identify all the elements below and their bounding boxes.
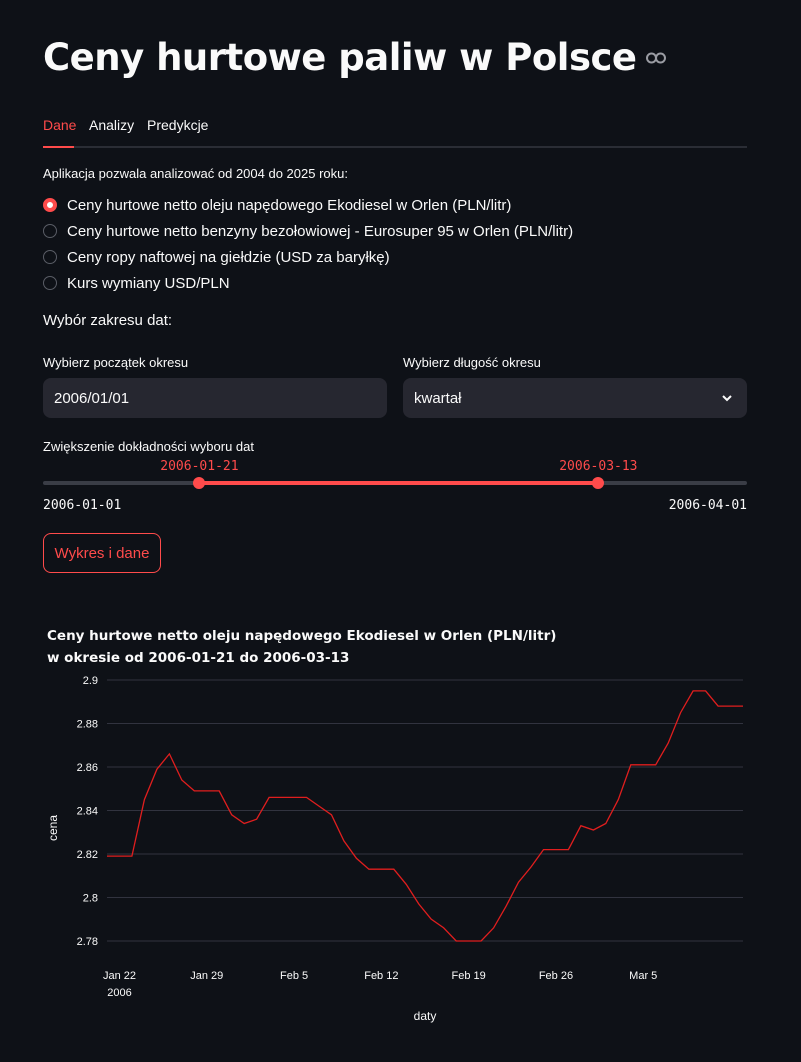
y-tick-label: 2.84 xyxy=(77,805,98,817)
y-tick-label: 2.88 xyxy=(77,718,98,730)
radio-option-oil[interactable]: Ceny ropy naftowej na giełdzie (USD za b… xyxy=(43,244,573,270)
chart-plot-area: 2.78 2.8 2.82 2.84 2.86 2.88 2.9 Jan 22 2006 Jan… xyxy=(46,675,743,1023)
radio-option-diesel[interactable]: Ceny hurtowe netto oleju napędowego Ekod… xyxy=(43,192,573,218)
x-axis-label: daty xyxy=(414,1009,437,1023)
radio-label: Ceny hurtowe netto benzyny bezołowiowej … xyxy=(67,222,574,240)
period-length-select[interactable]: kwartał xyxy=(403,378,747,418)
x-tick-label: Jan 22 xyxy=(103,970,136,982)
slider-min-value: 2006-01-01 xyxy=(43,498,122,513)
dataset-radio-group: Ceny hurtowe netto oleju napędowego Ekod… xyxy=(43,192,573,296)
chevron-down-icon xyxy=(721,391,733,408)
slider-low-value: 2006-01-21 xyxy=(160,459,239,474)
y-tick-label: 2.9 xyxy=(83,675,98,687)
radio-checked-icon[interactable] xyxy=(43,198,57,212)
y-tick-label: 2.8 xyxy=(83,892,98,904)
x-tick-sublabel: 2006 xyxy=(107,987,131,999)
start-date-label: Wybierz początek okresu xyxy=(43,355,189,370)
y-tick-label: 2.78 xyxy=(77,936,98,948)
line-chart: Ceny hurtowe netto oleju napędowego Ekod… xyxy=(0,620,801,1057)
period-length-value: kwartał xyxy=(414,389,462,407)
chart-title-line1: Ceny hurtowe netto oleju napędowego Ekod… xyxy=(47,628,557,644)
radio-label: Kurs wymiany USD/PLN xyxy=(67,274,230,292)
series-line xyxy=(107,690,743,942)
slider-thumb-end[interactable] xyxy=(592,477,605,489)
y-axis-label: cena xyxy=(46,815,60,841)
chart-title: Ceny hurtowe netto oleju napędowego Ekod… xyxy=(47,625,556,669)
tab-dane[interactable]: Dane xyxy=(43,117,76,133)
start-date-input[interactable]: 2006/01/01 xyxy=(43,378,387,418)
x-tick-label: Jan 29 xyxy=(190,970,223,982)
slider-high-value: 2006-03-13 xyxy=(559,459,638,474)
tab-bar: Dane Analizy Predykcje xyxy=(43,110,747,148)
page-title-text: Ceny hurtowe paliw w Polsce xyxy=(43,36,637,79)
x-tick-label: Feb 19 xyxy=(452,970,486,982)
active-tab-indicator xyxy=(43,146,74,148)
x-tick-label: Feb 5 xyxy=(280,970,308,982)
slider-selected-range xyxy=(199,481,599,485)
start-date-value: 2006/01/01 xyxy=(54,389,130,407)
y-tick-label: 2.86 xyxy=(77,762,98,774)
radio-unchecked-icon[interactable] xyxy=(43,224,57,238)
tab-predykcje[interactable]: Predykcje xyxy=(147,117,208,133)
page-title: Ceny hurtowe paliw w Polsce xyxy=(43,36,666,79)
period-length-label: Wybierz długość okresu xyxy=(403,355,541,370)
link-icon[interactable] xyxy=(645,52,666,64)
y-tick-label: 2.82 xyxy=(77,849,98,861)
radio-label: Ceny hurtowe netto oleju napędowego Ekod… xyxy=(67,196,512,214)
radio-option-petrol[interactable]: Ceny hurtowe netto benzyny bezołowiowej … xyxy=(43,218,573,244)
radio-label: Ceny ropy naftowej na giełdzie (USD za b… xyxy=(67,248,390,266)
slider-max-value: 2006-04-01 xyxy=(668,498,747,513)
x-tick-label: Feb 12 xyxy=(364,970,398,982)
chart-title-line2: w okresie od 2006-01-21 do 2006-03-13 xyxy=(47,650,350,666)
slider-thumb-start[interactable] xyxy=(193,477,206,489)
chart-and-data-button[interactable]: Wykres i dane xyxy=(43,533,161,573)
slider-label: Zwiększenie dokładności wyboru dat xyxy=(43,439,254,454)
x-tick-label: Mar 5 xyxy=(629,970,657,982)
radio-option-usdpln[interactable]: Kurs wymiany USD/PLN xyxy=(43,270,573,296)
tab-analizy[interactable]: Analizy xyxy=(89,117,134,133)
x-tick-label: Feb 26 xyxy=(539,970,573,982)
intro-text: Aplikacja pozwala analizować od 2004 do … xyxy=(43,166,348,181)
radio-unchecked-icon[interactable] xyxy=(43,276,57,290)
radio-unchecked-icon[interactable] xyxy=(43,250,57,264)
date-range-heading: Wybór zakresu dat: xyxy=(43,312,173,329)
